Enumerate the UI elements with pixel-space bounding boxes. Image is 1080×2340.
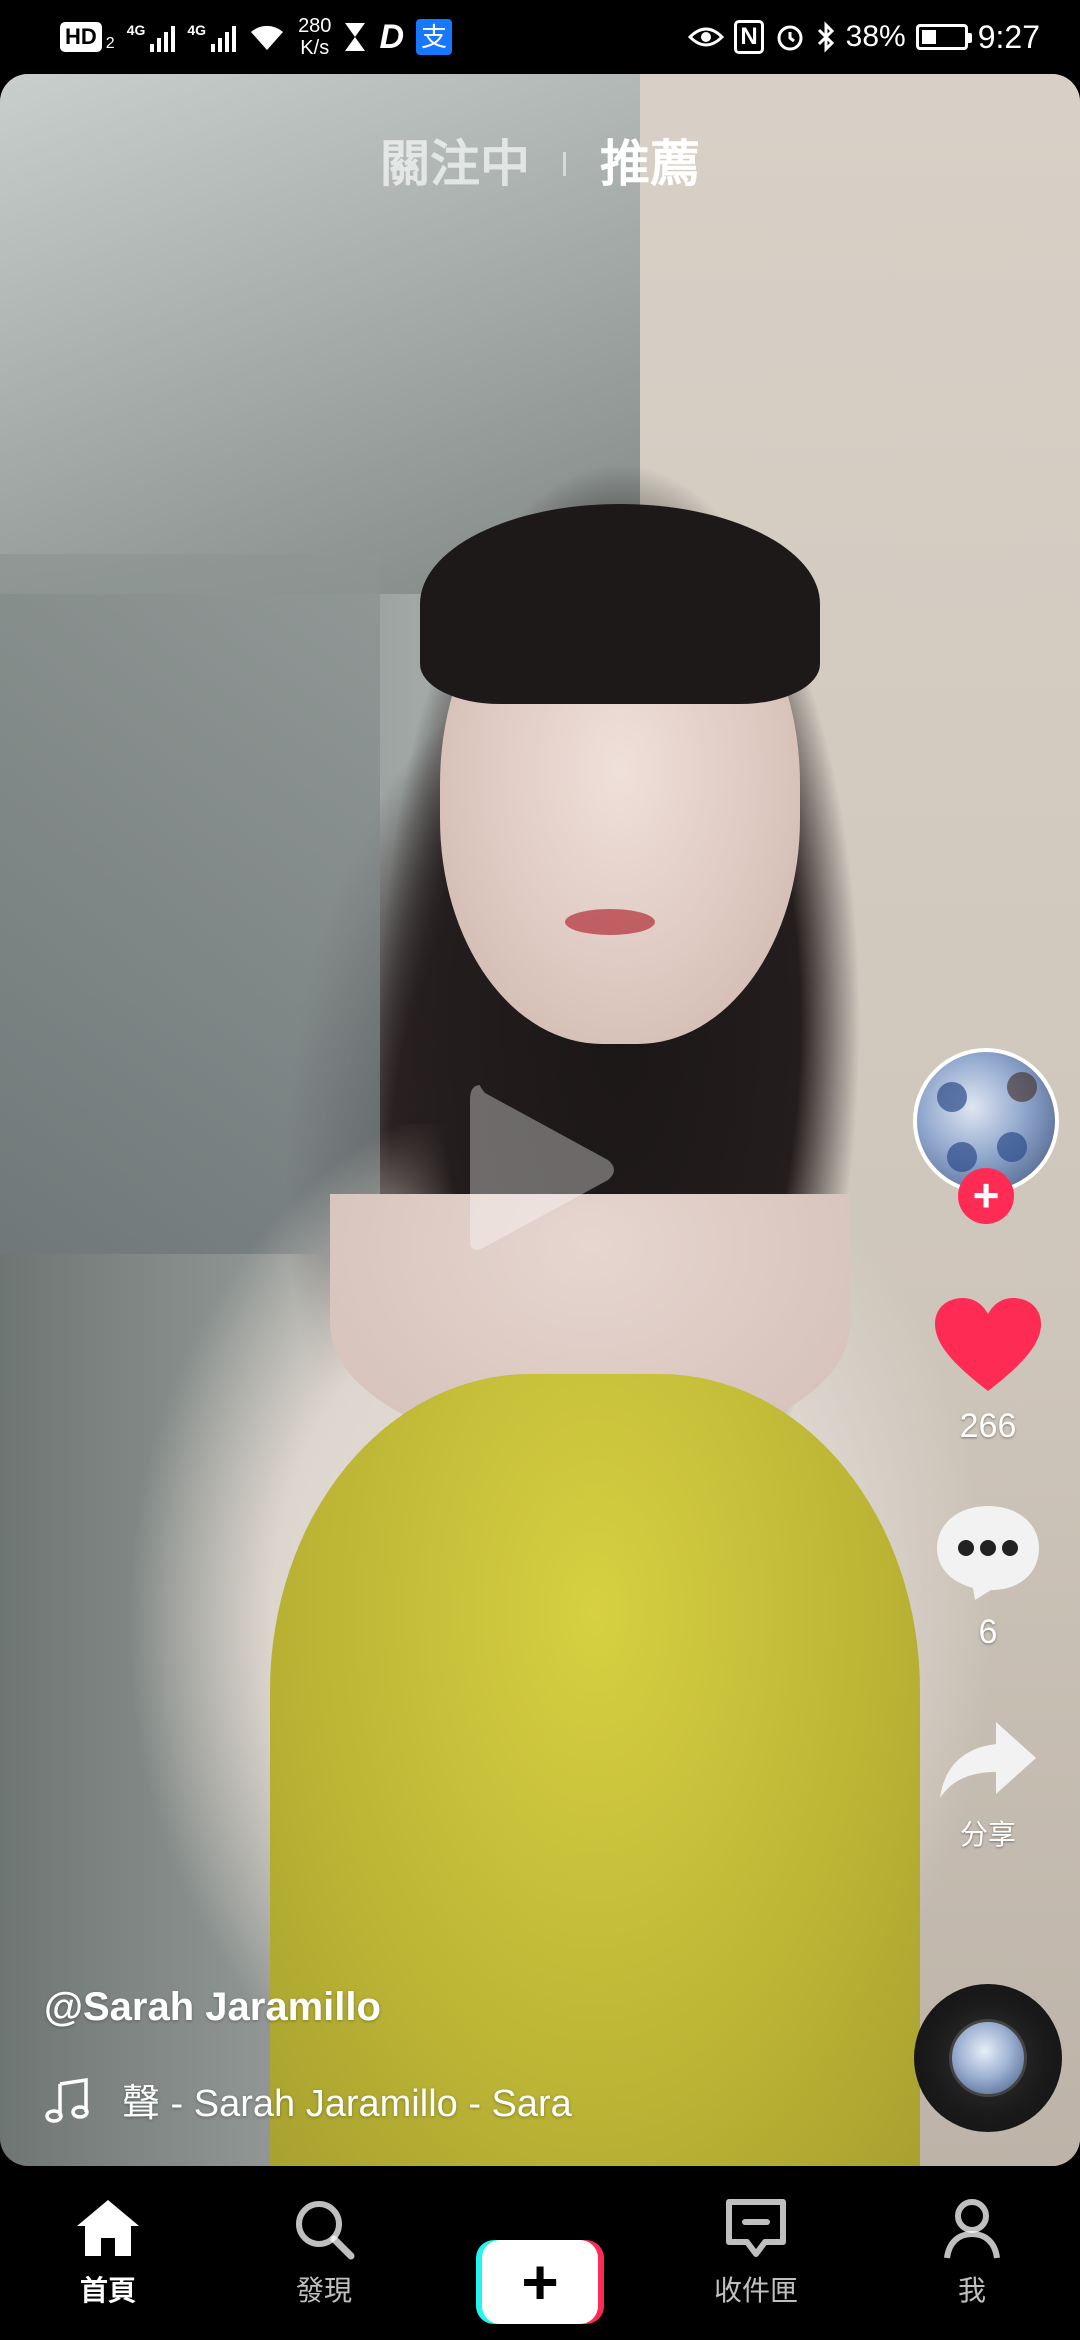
nav-home-label: 首頁 bbox=[79, 2275, 136, 2306]
like-count: 266 bbox=[959, 1407, 1017, 1445]
signal-icon-sim1: 4G bbox=[127, 22, 176, 52]
nav-inbox[interactable]: 收件匣 bbox=[666, 2166, 846, 2309]
alipay-icon: 支 bbox=[416, 19, 452, 55]
tab-following[interactable]: 關注中 bbox=[380, 124, 530, 196]
heart-icon bbox=[935, 1298, 1041, 1391]
comment-icon bbox=[937, 1506, 1039, 1600]
music-note-icon bbox=[45, 2077, 89, 2123]
nav-inbox-label: 收件匣 bbox=[713, 2275, 798, 2306]
tab-divider bbox=[563, 152, 566, 176]
status-bar: HD 2 4G 4G 280 K/s D 支 N 38% 9:27 bbox=[0, 0, 1080, 74]
bottom-nav: 首頁 發現 + 收件匣 我 bbox=[0, 2166, 1080, 2340]
d-app-icon: D bbox=[379, 17, 404, 56]
hd-voice-badge: HD bbox=[60, 22, 102, 52]
video-subject-top bbox=[270, 1374, 920, 2166]
network-speed: 280 K/s bbox=[298, 15, 332, 59]
alarm-icon bbox=[777, 25, 803, 51]
share-label: 分享 bbox=[959, 1819, 1016, 1850]
search-icon bbox=[296, 2201, 355, 2260]
status-left: HD 2 4G 4G 280 K/s D 支 bbox=[60, 0, 452, 74]
hd-sim-number: 2 bbox=[105, 35, 115, 52]
profile-icon bbox=[944, 2199, 1000, 2259]
like-button[interactable]: 266 bbox=[913, 1296, 1063, 1446]
comment-button[interactable]: 6 bbox=[913, 1502, 1063, 1652]
creator-avatar[interactable]: + bbox=[913, 1048, 1059, 1224]
nav-create[interactable]: + bbox=[450, 2166, 630, 2324]
bluetooth-icon bbox=[817, 21, 834, 53]
video-subject-bangs bbox=[420, 504, 820, 704]
tab-for-you[interactable]: 推薦 bbox=[600, 124, 700, 196]
battery-percent: 38% bbox=[845, 20, 906, 53]
inbox-icon bbox=[726, 2199, 786, 2257]
feed-tabs: 關注中 推薦 bbox=[0, 120, 1080, 200]
share-button[interactable]: 分享 bbox=[913, 1718, 1063, 1853]
comment-count: 6 bbox=[978, 1613, 998, 1651]
video-subject-lips bbox=[565, 909, 655, 935]
nav-home[interactable]: 首頁 bbox=[18, 2166, 198, 2309]
wifi-icon bbox=[251, 25, 284, 50]
nav-profile-label: 我 bbox=[957, 2275, 986, 2306]
creator-username[interactable]: @Sarah Jaramillo bbox=[44, 1985, 381, 2030]
hourglass-icon bbox=[345, 23, 366, 51]
home-icon bbox=[77, 2200, 139, 2256]
eye-icon bbox=[688, 27, 725, 47]
music-disc-cover bbox=[949, 2019, 1027, 2097]
signal-icon-sim2: 4G bbox=[187, 22, 237, 52]
play-icon[interactable] bbox=[460, 1075, 620, 1265]
nfc-icon: N bbox=[734, 20, 764, 54]
battery-icon bbox=[915, 24, 972, 50]
create-button[interactable]: + bbox=[476, 2240, 604, 2324]
nav-discover-label: 發現 bbox=[295, 2275, 352, 2306]
follow-button[interactable]: + bbox=[958, 1168, 1014, 1224]
clock-time: 9:27 bbox=[977, 18, 1040, 55]
plus-icon: + bbox=[482, 2240, 598, 2324]
music-title: 聲 - Sarah Jaramillo - Sara bbox=[122, 2083, 572, 2125]
share-arrow-icon bbox=[940, 1722, 1036, 1798]
music-info[interactable]: 聲 - Sarah Jaramillo - Sara bbox=[44, 2072, 604, 2127]
music-disc-button[interactable] bbox=[914, 1984, 1062, 2132]
status-right: N 38% 9:27 bbox=[688, 0, 1040, 74]
nav-discover[interactable]: 發現 bbox=[234, 2166, 414, 2309]
nav-profile[interactable]: 我 bbox=[882, 2166, 1062, 2309]
